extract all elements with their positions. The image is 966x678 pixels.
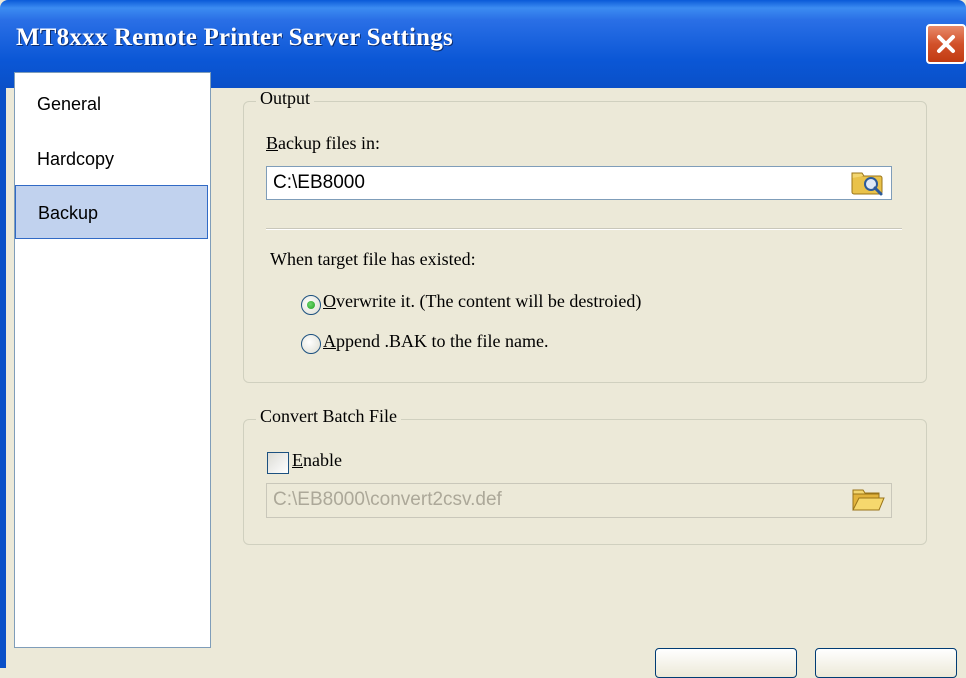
window-title: MT8xxx Remote Printer Server Settings xyxy=(16,24,453,51)
backup-path-value: C:\EB8000 xyxy=(273,172,365,193)
batch-file-path-input[interactable]: C:\EB8000\convert2csv.def xyxy=(266,483,892,518)
sidebar-item-hardcopy[interactable]: Hardcopy xyxy=(15,132,208,186)
close-button[interactable] xyxy=(926,24,966,64)
close-icon xyxy=(937,35,955,53)
ok-button[interactable] xyxy=(655,648,797,678)
sidebar-item-label: Backup xyxy=(38,203,99,223)
existing-file-label: When target file has existed: xyxy=(270,249,476,269)
sidebar-item-label: Hardcopy xyxy=(37,149,115,169)
output-legend: Output xyxy=(256,88,315,109)
cancel-button[interactable] xyxy=(815,648,957,678)
sidebar-item-backup[interactable]: Backup xyxy=(15,185,208,239)
convert-batch-group: Convert Batch File xyxy=(243,406,927,545)
window-border xyxy=(0,88,6,668)
overwrite-label[interactable]: Overwrite it. (The content will be destr… xyxy=(323,291,641,312)
output-separator xyxy=(266,228,902,230)
append-bak-radio[interactable] xyxy=(301,334,321,354)
sidebar-item-label: General xyxy=(37,94,102,114)
append-bak-label[interactable]: Append .BAK to the file name. xyxy=(323,331,548,352)
browse-folder-icon[interactable] xyxy=(850,169,886,197)
backup-path-input[interactable]: C:\EB8000 xyxy=(266,166,892,200)
open-folder-icon[interactable] xyxy=(850,486,886,514)
backup-files-label: Backup files in: xyxy=(266,133,380,153)
sidebar: General Hardcopy Backup xyxy=(14,72,211,648)
overwrite-radio[interactable] xyxy=(301,295,321,315)
convert-batch-legend: Convert Batch File xyxy=(256,406,401,427)
enable-checkbox[interactable] xyxy=(267,452,289,474)
enable-label[interactable]: Enable xyxy=(292,450,342,471)
sidebar-item-general[interactable]: General xyxy=(15,77,208,131)
batch-file-path-value: C:\EB8000\convert2csv.def xyxy=(273,489,502,510)
